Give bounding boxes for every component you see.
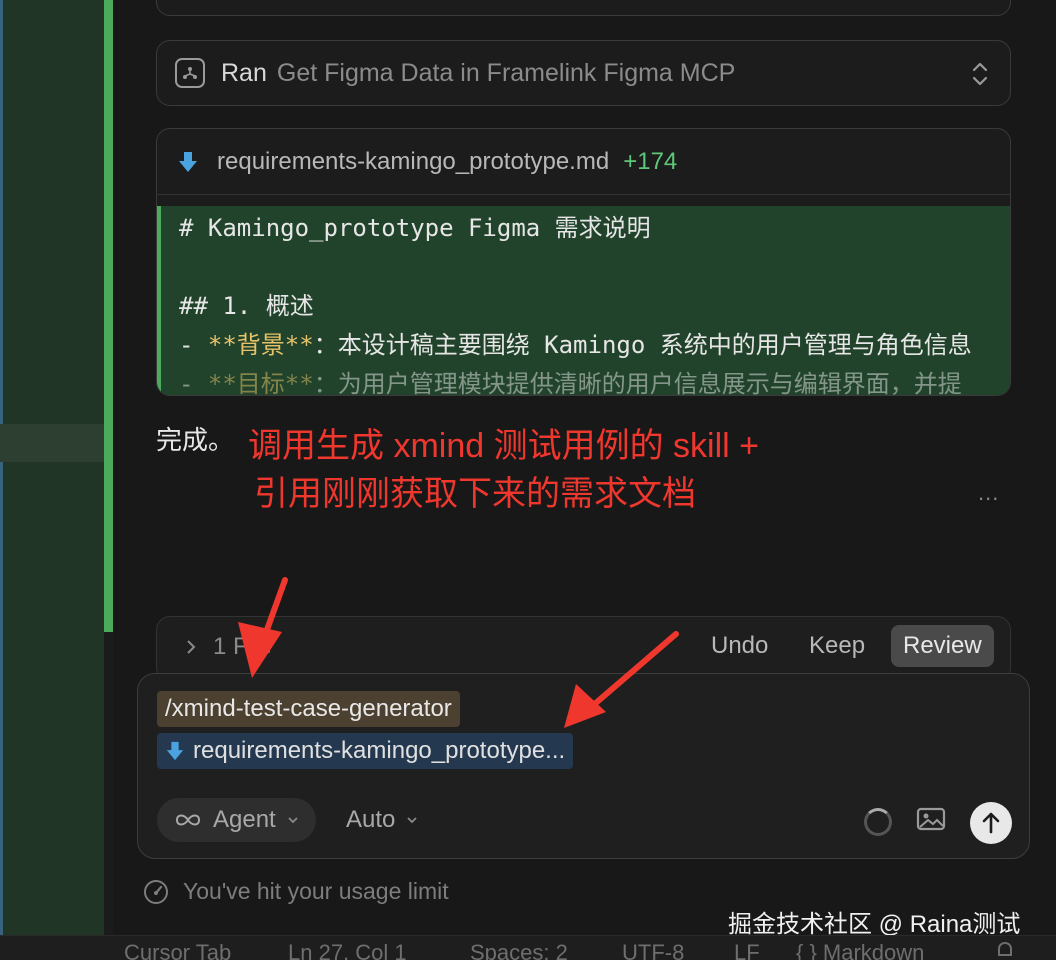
model-label: Auto (346, 806, 396, 833)
chevron-down-icon (407, 817, 418, 824)
agent-mode-label: Agent (213, 806, 276, 833)
download-arrow-icon (166, 741, 184, 761)
annotation-line-2: 引用刚刚获取下来的需求文档 (254, 475, 696, 513)
status-cursor-tab[interactable]: Cursor Tab (124, 940, 231, 960)
file-context-label: requirements-kamingo_prototype... (193, 737, 566, 764)
changed-files-label: 1 File (213, 633, 272, 660)
agent-mode-dropdown[interactable]: Agent (157, 798, 316, 842)
tool-call-name: Get Figma Data in Framelink Figma MCP (276, 58, 736, 87)
file-diff-header[interactable]: requirements-kamingo_prototype.md +174 (157, 129, 1010, 195)
list-marker: - (179, 331, 208, 359)
annotation-line-1: 调用生成 xmind 测试用例的 skill + (248, 427, 759, 465)
image-attach-icon[interactable] (916, 806, 946, 832)
bold-term: **目标** (207, 370, 314, 396)
diff-line: # Kamingo_prototype Figma 需求说明 (179, 214, 651, 242)
expand-collapse-icon[interactable] (970, 59, 990, 89)
watermark: 掘金技术社区 @ Raina测试 (728, 911, 1021, 938)
usage-limit-text: You've hit your usage limit (183, 878, 449, 904)
speedometer-icon (144, 879, 168, 904)
assistant-message-text: 完成。 (156, 425, 235, 455)
download-arrow-icon (179, 151, 197, 172)
list-marker: - (179, 370, 208, 396)
line-text: ：本设计稿主要围绕 Kamingo 系统中的用户管理与角色信息 (313, 331, 972, 359)
diff-line: - **背景**：本设计稿主要围绕 Kamingo 系统中的用户管理与角色信息 (179, 325, 972, 360)
diff-line: - **目标**：为用户管理模块提供清晰的用户信息展示与编辑界面，并提 (179, 364, 962, 396)
more-options-icon[interactable]: ... (978, 480, 999, 506)
diff-preview: # Kamingo_prototype Figma 需求说明 ## 1. 概述 … (157, 206, 1010, 396)
diff-line: ## 1. 概述 (179, 292, 314, 320)
chat-composer[interactable]: /xmind-test-case-generator requirements-… (137, 673, 1030, 859)
review-button[interactable]: Review (891, 625, 994, 667)
notification-bell-icon[interactable] (994, 939, 1016, 960)
chevron-down-icon (288, 817, 298, 824)
line-text: ：为用户管理模块提供清晰的用户信息展示与编辑界面，并提 (313, 370, 962, 396)
status-line-ending[interactable]: LF (734, 940, 760, 960)
undo-button[interactable]: Undo (699, 625, 780, 667)
keep-button[interactable]: Keep (797, 625, 877, 667)
left-sidebar (0, 0, 104, 935)
chevron-right-icon (187, 640, 196, 654)
tool-call-card[interactable]: Ran Get Figma Data in Framelink Figma MC… (156, 40, 1011, 106)
status-cursor-position[interactable]: Ln 27, Col 1 (288, 940, 407, 960)
usage-limit-notice: You've hit your usage limit (143, 878, 449, 905)
status-indentation[interactable]: Spaces: 2 (470, 940, 568, 960)
status-encoding[interactable]: UTF-8 (622, 940, 684, 960)
file-name: requirements-kamingo_prototype.md (217, 147, 610, 175)
lines-added-count: +174 (623, 147, 678, 175)
changed-files-toggle[interactable]: 1 File (185, 633, 272, 661)
model-dropdown[interactable]: Auto (346, 798, 419, 842)
sidebar-edge (0, 0, 3, 935)
status-bar: Cursor Tab Ln 27, Col 1 Spaces: 2 UTF-8 … (0, 935, 1056, 960)
diff-change-gutter (104, 0, 113, 632)
file-diff-card[interactable]: requirements-kamingo_prototype.md +174 #… (156, 128, 1011, 396)
send-button[interactable] (970, 802, 1012, 844)
infinity-icon (175, 814, 201, 826)
previous-message-card (156, 0, 1011, 16)
status-language-mode[interactable]: { } Markdown (796, 940, 924, 960)
command-chip[interactable]: /xmind-test-case-generator (157, 691, 460, 727)
file-context-chip[interactable]: requirements-kamingo_prototype... (157, 733, 574, 769)
send-arrow-up-icon (982, 812, 1000, 834)
mcp-tool-icon (175, 58, 205, 88)
tool-call-status: Ran (221, 58, 267, 87)
sidebar-selected-row[interactable] (0, 424, 104, 462)
bold-term: **背景** (207, 331, 314, 359)
loading-spinner-icon (864, 808, 892, 836)
